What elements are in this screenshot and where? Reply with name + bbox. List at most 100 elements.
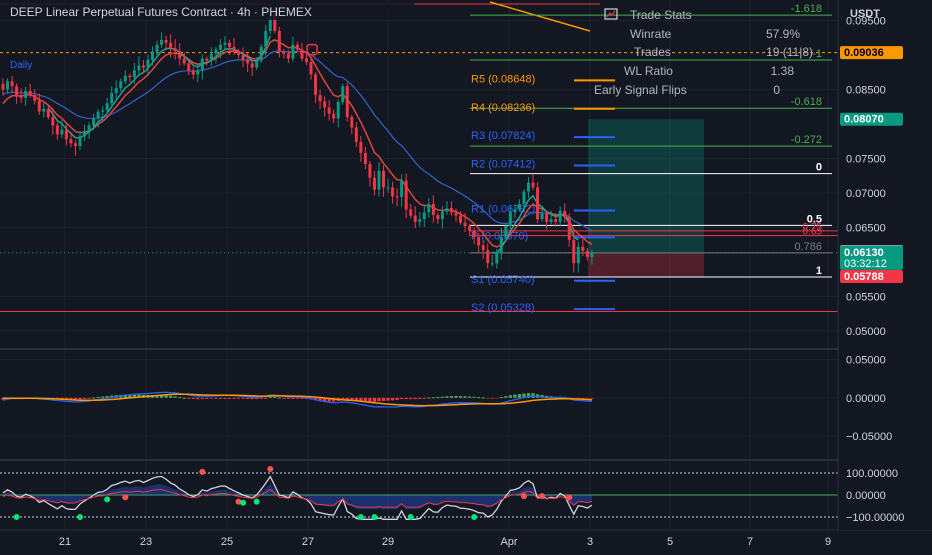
candle-body[interactable] xyxy=(545,213,549,222)
candle-body[interactable] xyxy=(196,70,200,75)
candle-body[interactable] xyxy=(359,141,363,153)
candle-body[interactable] xyxy=(250,63,254,68)
candle-body[interactable] xyxy=(581,246,585,251)
candle-body[interactable] xyxy=(531,182,535,188)
candle-body[interactable] xyxy=(1,84,5,90)
candle-body[interactable] xyxy=(96,111,100,119)
candle-body[interactable] xyxy=(413,215,417,222)
time-axis[interactable]: 21 23 25 27 29 Apr 3 5 7 9 xyxy=(0,531,932,550)
candle-body[interactable] xyxy=(409,209,413,216)
osc-signal-dot[interactable] xyxy=(539,493,546,500)
candle-body[interactable] xyxy=(549,219,553,222)
osc-signal-dot[interactable] xyxy=(240,499,247,506)
candle-body[interactable] xyxy=(291,44,295,59)
candle-body[interactable] xyxy=(123,75,127,82)
candle-body[interactable] xyxy=(83,130,87,137)
candle-body[interactable] xyxy=(164,39,168,43)
candle-body[interactable] xyxy=(282,51,286,54)
candle-body[interactable] xyxy=(395,196,399,198)
candle-body[interactable] xyxy=(499,237,503,254)
candle-body[interactable] xyxy=(418,219,422,222)
candle-body[interactable] xyxy=(295,44,299,50)
candle-body[interactable] xyxy=(42,108,46,112)
candle-body[interactable] xyxy=(28,90,32,96)
candle-body[interactable] xyxy=(15,86,19,96)
candle-body[interactable] xyxy=(327,107,331,114)
candle-body[interactable] xyxy=(10,81,14,87)
candle-body[interactable] xyxy=(354,127,358,142)
candle-body[interactable] xyxy=(78,136,82,147)
osc-signal-dot[interactable] xyxy=(199,468,206,475)
candle-body[interactable] xyxy=(563,210,567,218)
candle-body[interactable] xyxy=(232,46,236,51)
osc-signal-dot[interactable] xyxy=(104,496,111,503)
candle-body[interactable] xyxy=(55,125,59,135)
candle-body[interactable] xyxy=(318,95,322,102)
candle-body[interactable] xyxy=(436,215,440,220)
candle-body[interactable] xyxy=(46,108,50,118)
candle-body[interactable] xyxy=(286,53,290,59)
candle-body[interactable] xyxy=(146,59,150,68)
osc-signal-dot[interactable] xyxy=(371,514,378,520)
candle-body[interactable] xyxy=(490,263,494,265)
candle-body[interactable] xyxy=(468,226,472,231)
candle-body[interactable] xyxy=(513,209,517,213)
candle-body[interactable] xyxy=(305,58,309,63)
osc-signal-dot[interactable] xyxy=(520,493,527,500)
candle-body[interactable] xyxy=(504,226,508,238)
candle-body[interactable] xyxy=(350,117,354,128)
candle-body[interactable] xyxy=(540,213,544,220)
candle-body[interactable] xyxy=(37,100,41,112)
candle-body[interactable] xyxy=(336,101,340,119)
candle-body[interactable] xyxy=(309,62,313,75)
candle-body[interactable] xyxy=(259,46,263,61)
candle-body[interactable] xyxy=(508,212,512,227)
candle-body[interactable] xyxy=(128,75,132,78)
osc-signal-dot[interactable] xyxy=(357,514,364,520)
candle-body[interactable] xyxy=(60,129,64,135)
candle-body[interactable] xyxy=(382,170,386,188)
candle-body[interactable] xyxy=(372,177,376,190)
candle-body[interactable] xyxy=(19,95,23,98)
candle-body[interactable] xyxy=(33,95,37,101)
candle-body[interactable] xyxy=(558,210,562,222)
osc-signal-dot[interactable] xyxy=(77,514,84,520)
candle-body[interactable] xyxy=(277,31,281,52)
candle-body[interactable] xyxy=(400,180,404,198)
candle-body[interactable] xyxy=(64,129,68,140)
candle-body[interactable] xyxy=(536,187,540,220)
candle-body[interactable] xyxy=(160,39,164,45)
candle-body[interactable] xyxy=(246,59,250,64)
candle-body[interactable] xyxy=(477,237,481,246)
candle-body[interactable] xyxy=(300,49,304,59)
candle-body[interactable] xyxy=(101,110,105,112)
candle-body[interactable] xyxy=(576,246,580,264)
candle-body[interactable] xyxy=(6,81,10,90)
candle-body[interactable] xyxy=(404,180,408,210)
candle-body[interactable] xyxy=(264,31,268,47)
osc-signal-dot[interactable] xyxy=(566,494,573,501)
candle-body[interactable] xyxy=(69,139,73,144)
osc-signal-dot[interactable] xyxy=(13,514,20,520)
candle-body[interactable] xyxy=(223,42,227,45)
candle-body[interactable] xyxy=(169,42,173,49)
candle-body[interactable] xyxy=(237,50,241,56)
candle-body[interactable] xyxy=(590,252,594,258)
candle-body[interactable] xyxy=(150,51,154,60)
candle-body[interactable] xyxy=(517,203,521,210)
candle-body[interactable] xyxy=(440,211,444,220)
candle-body[interactable] xyxy=(449,208,453,213)
candle-body[interactable] xyxy=(51,117,55,126)
candle-body[interactable] xyxy=(332,113,336,119)
candle-body[interactable] xyxy=(209,53,213,61)
candle-body[interactable] xyxy=(87,125,91,131)
osc-signal-dot[interactable] xyxy=(471,514,478,520)
osc-signal-dot[interactable] xyxy=(407,514,414,520)
candle-body[interactable] xyxy=(24,90,28,98)
candle-body[interactable] xyxy=(522,191,526,204)
candle-body[interactable] xyxy=(526,182,530,192)
candle-body[interactable] xyxy=(214,49,218,54)
candle-body[interactable] xyxy=(92,118,96,126)
candle-body[interactable] xyxy=(341,86,345,102)
candle-body[interactable] xyxy=(182,58,186,64)
